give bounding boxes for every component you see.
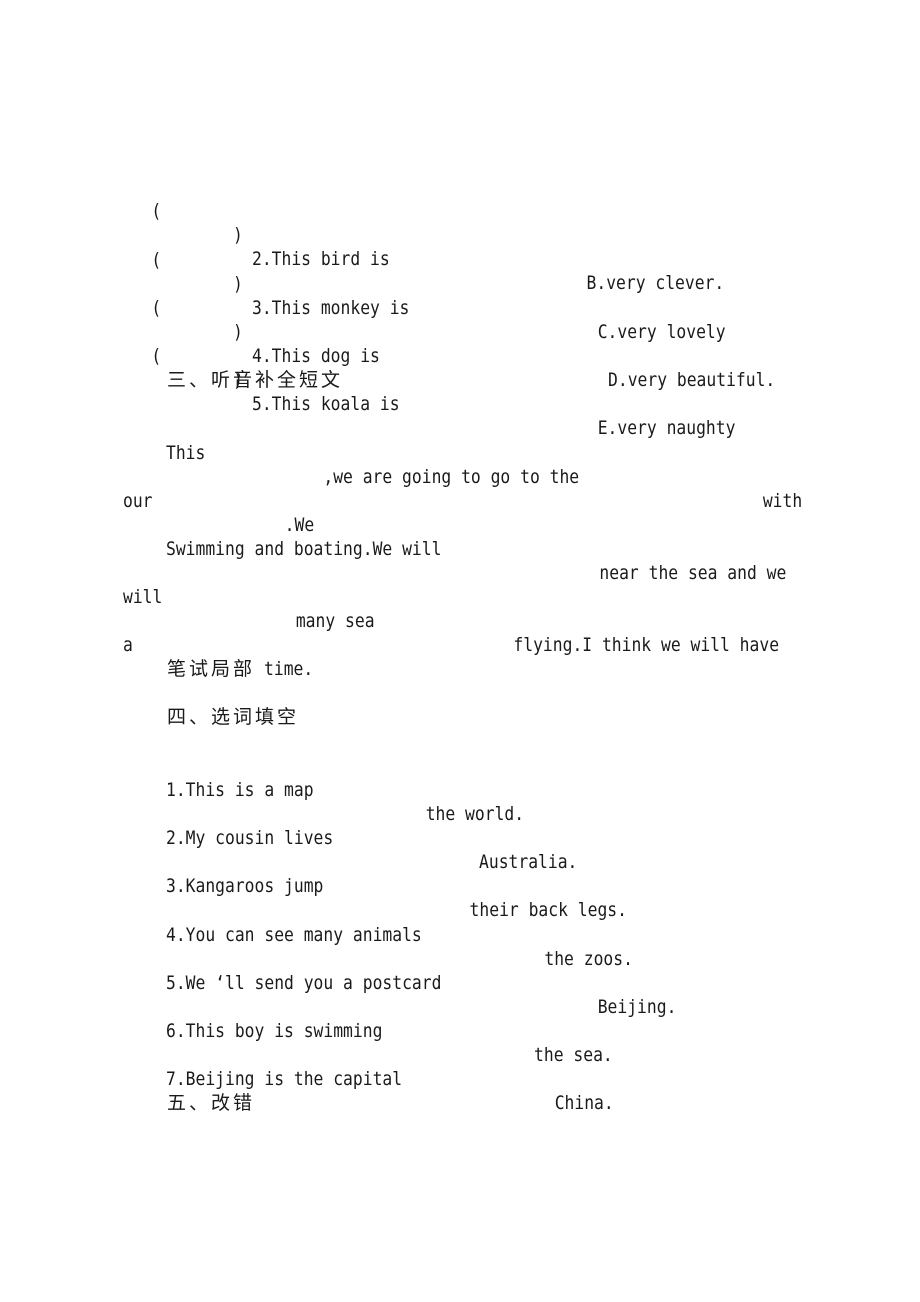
fill-blank-before: 2.My cousin lives	[165, 827, 334, 849]
matching-question: 5.This koala is	[251, 393, 400, 415]
fill-blank-item: 7.Beijing is the capital China.	[0, 1043, 791, 1139]
fill-blank-before: 1.This is a map	[165, 779, 314, 801]
fill-blank-before: 5.We ‘ll send you a postcard	[165, 972, 442, 994]
fill-blank-after: China.	[554, 1092, 614, 1114]
fill-blank-before: 3.Kangaroos jump	[165, 875, 324, 897]
passage-text: This	[165, 442, 206, 464]
answer-paren-open: (	[151, 249, 162, 271]
passage-line: a time.	[0, 609, 791, 705]
fill-blank-before: 6.This boy is swimming	[165, 1020, 383, 1042]
passage-text: time.	[264, 658, 314, 680]
answer-paren-open: (	[151, 200, 162, 222]
section3-heading: 三、听音补全短文	[167, 369, 344, 391]
passage-text: Swimming and boating.We will	[165, 538, 442, 560]
passage-text: a	[122, 634, 133, 656]
fill-blank-before: 4.You can see many animals	[165, 924, 422, 946]
section4-heading: 四、选词填空	[167, 706, 300, 728]
answer-paren-open: (	[151, 345, 162, 367]
passage-text: our	[122, 490, 153, 512]
answer-paren-open: (	[151, 297, 162, 319]
passage-text: will	[122, 586, 163, 608]
fill-blank-before: 7.Beijing is the capital	[165, 1068, 403, 1090]
written-part-heading: 笔试局部	[167, 658, 256, 680]
section5-heading: 五、改错	[167, 1092, 256, 1114]
